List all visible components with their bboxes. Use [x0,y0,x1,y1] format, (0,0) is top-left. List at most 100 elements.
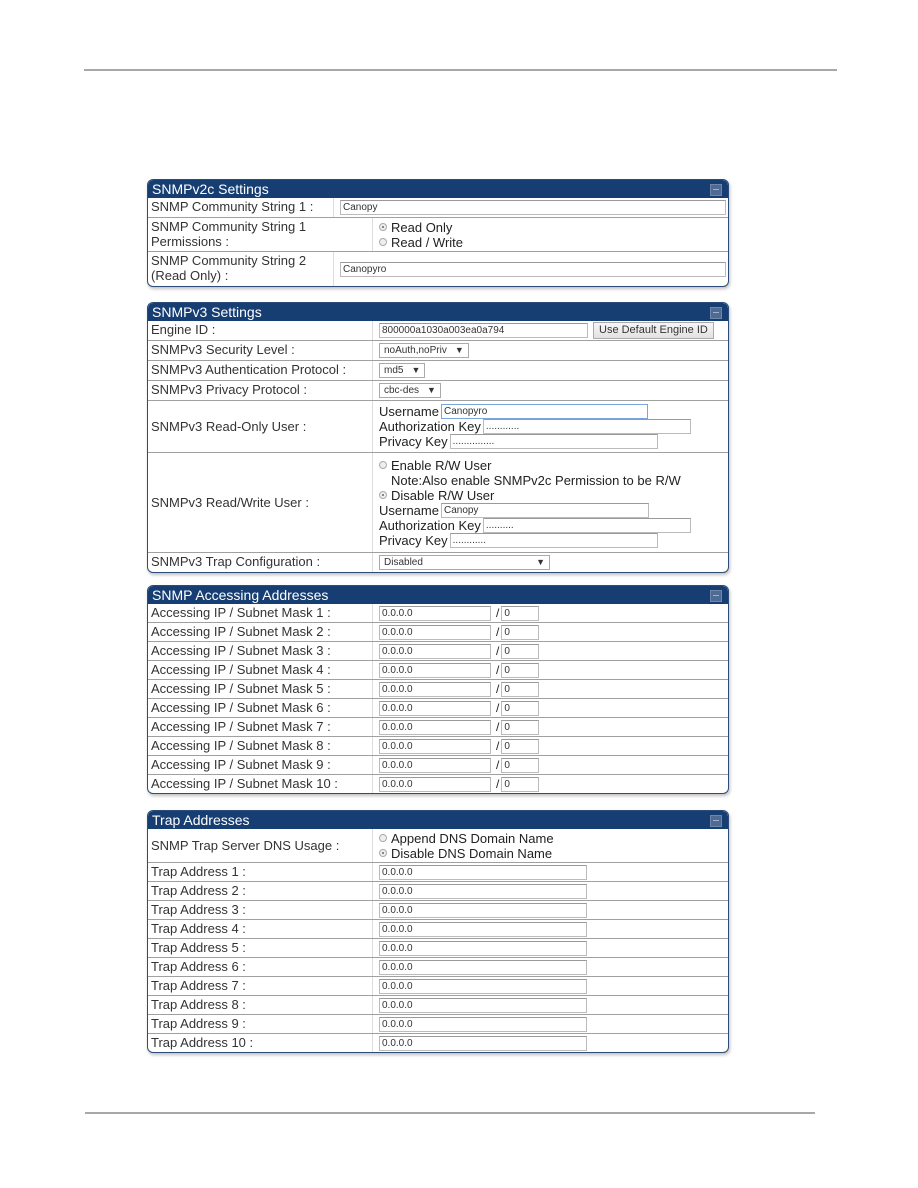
trap-address-input[interactable] [379,940,587,956]
community2-input[interactable] [340,261,726,277]
username-label: Username [379,502,439,518]
security-level-select[interactable]: noAuth,noPriv ▼ [379,343,469,358]
accessing-ip-input[interactable] [379,681,491,697]
auth-key-label: Authorization Key [379,419,481,434]
trap-address-input[interactable] [379,959,587,975]
privacy-protocol-select[interactable]: cbc-des ▼ [379,383,441,398]
username-label: Username [379,404,439,419]
slash-separator: / [496,605,500,620]
accessing-ip-input[interactable] [379,643,491,659]
radio-disable-dns[interactable]: Disable DNS Domain Name [379,846,726,861]
trap-address-input[interactable] [379,997,587,1013]
accessing-ip-input[interactable] [379,624,491,640]
accessing-label: Accessing IP / Subnet Mask 4 : [148,661,373,679]
dropdown-arrow-icon: ▼ [411,365,421,375]
trap-address-input[interactable] [379,883,587,899]
permissions-row: SNMP Community String 1 Permissions : Rea… [148,217,728,251]
panel-header: Trap Addresses [148,811,728,829]
radio-enable-rw-user[interactable]: Enable R/W User [379,458,726,473]
panel-title: SNMPv2c Settings [152,181,269,197]
accessing-ip-input[interactable] [379,738,491,754]
accessing-row: Accessing IP / Subnet Mask 4 : / [148,660,728,679]
accessing-addresses-panel: SNMP Accessing Addresses Accessing IP / … [147,585,729,794]
radio-disable-rw-user[interactable]: Disable R/W User [379,488,726,503]
accessing-label: Accessing IP / Subnet Mask 8 : [148,737,373,755]
slash-separator: / [496,662,500,677]
rw-privacy-key-input[interactable] [449,532,658,548]
snmpv3-panel: SNMPv3 Settings Engine ID : Use Default … [147,302,729,573]
ro-user-row: SNMPv3 Read-Only User : Username Authori… [148,400,728,452]
community1-label: SNMP Community String 1 : [148,198,334,217]
rw-user-label: SNMPv3 Read/Write User : [148,453,373,552]
accessing-mask-input[interactable] [501,681,540,697]
slash-separator: / [496,719,500,734]
ro-auth-key-input[interactable] [482,419,691,434]
collapse-icon[interactable] [710,184,722,196]
accessing-mask-input[interactable] [501,719,540,735]
accessing-mask-input[interactable] [501,738,540,754]
ro-username-input[interactable] [440,404,648,419]
trap-config-row: SNMPv3 Trap Configuration : Disabled ▼ [148,552,728,572]
security-level-label: SNMPv3 Security Level : [148,341,373,360]
use-default-engine-id-button[interactable]: Use Default Engine ID [593,322,714,339]
ro-privacy-key-input[interactable] [449,434,658,449]
community1-input[interactable] [340,200,726,215]
accessing-mask-input[interactable] [501,776,540,792]
community2-label: SNMP Community String 2 (Read Only) : [148,252,334,286]
snmpv2c-panel: SNMPv2c Settings SNMP Community String 1… [147,179,729,287]
trap-address-input[interactable] [379,864,587,880]
engine-id-input[interactable] [379,323,588,338]
accessing-mask-input[interactable] [501,643,540,659]
trap-address-row: Trap Address 9 : [148,1014,728,1033]
accessing-ip-input[interactable] [379,605,491,621]
accessing-ip-input[interactable] [379,757,491,773]
trap-config-select[interactable]: Disabled ▼ [379,555,550,570]
accessing-row: Accessing IP / Subnet Mask 1 : / [148,604,728,622]
trap-address-row: Trap Address 8 : [148,995,728,1014]
dns-usage-row: SNMP Trap Server DNS Usage : Append DNS … [148,829,728,862]
accessing-mask-input[interactable] [501,624,540,640]
radio-append-dns[interactable]: Append DNS Domain Name [379,831,726,846]
accessing-ip-input[interactable] [379,662,491,678]
trap-address-row: Trap Address 2 : [148,881,728,900]
trap-address-input[interactable] [379,1016,587,1032]
radio-read-write[interactable]: Read / Write [379,235,726,250]
trap-address-input[interactable] [379,1035,587,1051]
accessing-mask-input[interactable] [501,605,540,621]
trap-address-label: Trap Address 7 : [148,977,373,995]
accessing-mask-input[interactable] [501,662,540,678]
accessing-row: Accessing IP / Subnet Mask 7 : / [148,717,728,736]
accessing-mask-input[interactable] [501,700,540,716]
accessing-label: Accessing IP / Subnet Mask 3 : [148,642,373,660]
dropdown-arrow-icon: ▼ [427,385,436,395]
collapse-icon[interactable] [710,815,722,827]
collapse-icon[interactable] [710,590,722,602]
trap-address-label: Trap Address 3 : [148,901,373,919]
accessing-ip-input[interactable] [379,719,491,735]
trap-address-input[interactable] [379,902,587,918]
trap-address-label: Trap Address 8 : [148,996,373,1014]
panel-title: SNMP Accessing Addresses [152,587,329,603]
rw-username-input[interactable] [440,502,649,518]
accessing-label: Accessing IP / Subnet Mask 5 : [148,680,373,698]
rw-auth-key-input[interactable] [482,517,691,533]
trap-address-input[interactable] [379,921,587,937]
page-header-rule [84,69,837,71]
panel-header: SNMPv3 Settings [148,303,728,321]
radio-read-only[interactable]: Read Only [379,220,726,235]
accessing-row: Accessing IP / Subnet Mask 9 : / [148,755,728,774]
trap-address-input[interactable] [379,978,587,994]
trap-address-row: Trap Address 4 : [148,919,728,938]
slash-separator: / [496,643,500,658]
accessing-ip-input[interactable] [379,700,491,716]
trap-config-label: SNMPv3 Trap Configuration : [148,553,373,572]
panel-header: SNMP Accessing Addresses [148,586,728,604]
accessing-label: Accessing IP / Subnet Mask 10 : [148,775,373,793]
engine-id-label: Engine ID : [148,321,373,340]
accessing-row: Accessing IP / Subnet Mask 6 : / [148,698,728,717]
collapse-icon[interactable] [710,307,722,319]
accessing-ip-input[interactable] [379,776,491,792]
accessing-mask-input[interactable] [501,757,540,773]
trap-address-row: Trap Address 7 : [148,976,728,995]
auth-protocol-select[interactable]: md5 ▼ [379,363,426,378]
